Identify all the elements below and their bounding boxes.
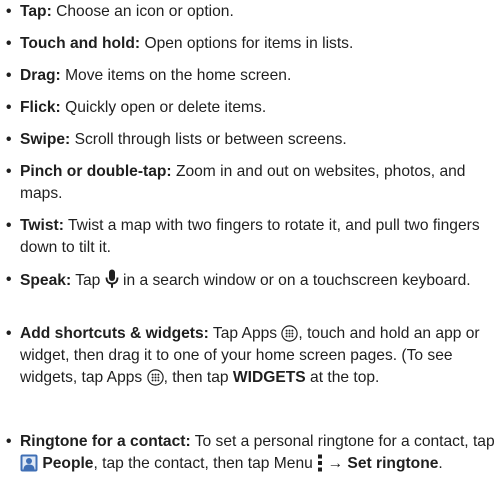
term-label: Ringtone for a contact: bbox=[20, 433, 191, 450]
description: Open options for items in lists. bbox=[140, 35, 354, 52]
list-item-speak: • Speak: Tap in a search window or on a … bbox=[6, 269, 500, 292]
term-label: Pinch or double-tap: bbox=[20, 163, 172, 180]
description: in a search window or on a touchscreen k… bbox=[118, 272, 471, 289]
term-label: Drag: bbox=[20, 67, 61, 84]
description: Choose an icon or option. bbox=[51, 3, 234, 20]
apps-icon bbox=[281, 325, 299, 342]
description: , then tap bbox=[163, 369, 233, 386]
term-label: Twist: bbox=[20, 217, 64, 234]
description: Scroll through lists or between screens. bbox=[70, 131, 347, 148]
bullet: • bbox=[6, 433, 12, 450]
list-item-add-shortcuts: • Add shortcuts & widgets: Tap Apps , to… bbox=[6, 323, 500, 389]
term-label: Add shortcuts & widgets: bbox=[20, 325, 209, 342]
set-ringtone-label: Set ringtone bbox=[347, 455, 439, 472]
description: , tap the contact, then tap Menu bbox=[93, 455, 318, 472]
bullet: • bbox=[6, 3, 12, 20]
description: Move items on the home screen. bbox=[60, 67, 292, 84]
description: . bbox=[438, 455, 443, 472]
term-label: Touch and hold: bbox=[20, 35, 141, 52]
bullet: • bbox=[6, 35, 12, 52]
term-label: Flick: bbox=[20, 99, 61, 116]
list-item-twist: • Twist: Twist a map with two fingers to… bbox=[6, 215, 500, 259]
description: → bbox=[323, 455, 348, 472]
bullet: • bbox=[6, 163, 12, 180]
description: Tap bbox=[71, 272, 105, 289]
list-item-drag: • Drag: Move items on the home screen. bbox=[6, 65, 500, 87]
list-item-swipe: • Swipe: Scroll through lists or between… bbox=[6, 129, 500, 151]
term-label: Tap: bbox=[20, 3, 52, 20]
list-item-ringtone: • Ringtone for a contact: To set a perso… bbox=[6, 431, 500, 475]
list-item-pinch: • Pinch or double-tap: Zoom in and out o… bbox=[6, 161, 500, 205]
list-item-tap: • Tap: Choose an icon or option. bbox=[6, 1, 500, 23]
bullet: • bbox=[6, 325, 12, 342]
widgets-label: WIDGETS bbox=[232, 369, 306, 386]
term-label: Speak: bbox=[20, 272, 72, 289]
people-label: People bbox=[42, 455, 94, 472]
people-icon bbox=[20, 454, 38, 472]
description: Quickly open or delete items. bbox=[60, 99, 267, 116]
description: Tap Apps bbox=[208, 325, 282, 342]
description: To set a personal ringtone for a contact… bbox=[190, 433, 495, 450]
list-item-flick: • Flick: Quickly open or delete items. bbox=[6, 97, 500, 119]
description: at the top. bbox=[305, 369, 380, 386]
bullet: • bbox=[6, 271, 12, 288]
bullet: • bbox=[6, 67, 12, 84]
microphone-icon bbox=[105, 269, 119, 289]
bullet: • bbox=[6, 99, 12, 116]
description: Twist a map with two fingers to rotate i… bbox=[20, 217, 480, 256]
bullet: • bbox=[6, 131, 12, 148]
bullet: • bbox=[6, 217, 12, 234]
term-label: Swipe: bbox=[20, 131, 71, 148]
list-item-touch-and-hold: • Touch and hold: Open options for items… bbox=[6, 33, 500, 55]
apps-icon bbox=[146, 369, 164, 386]
